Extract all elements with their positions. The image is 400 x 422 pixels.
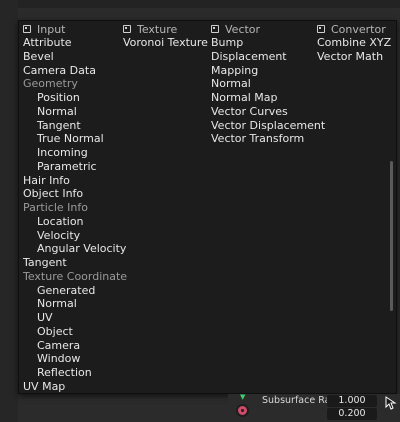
subsurface-radius-x-field[interactable]: 1.000: [327, 395, 377, 407]
menu-header-label: Vector: [225, 22, 261, 36]
vector-node-icon: [211, 25, 219, 33]
menu-item[interactable]: Normal: [211, 77, 251, 90]
add-node-menu: Input Attribute Bevel Camera Data Geometry Po…: [18, 20, 397, 394]
menu-item[interactable]: Object: [37, 325, 73, 338]
menu-item[interactable]: True Normal: [37, 132, 104, 145]
menu-item[interactable]: Vector Math: [317, 50, 383, 63]
menu-item[interactable]: Vector Displacement: [211, 119, 325, 132]
mouse-cursor-icon: [385, 396, 397, 410]
menu-item[interactable]: Angular Velocity: [37, 242, 126, 255]
left-gutter: [0, 0, 18, 422]
menu-item[interactable]: Voronoi Texture: [123, 36, 208, 49]
menu-item[interactable]: Combine XYZ: [317, 36, 391, 49]
menu-item[interactable]: Velocity: [37, 229, 80, 242]
menu-item[interactable]: Location: [37, 215, 84, 228]
menu-item[interactable]: Object Info: [23, 187, 83, 200]
menu-item[interactable]: Bevel: [23, 50, 54, 63]
menu-item[interactable]: Window: [37, 352, 80, 365]
output-socket-icon[interactable]: ▼: [240, 394, 246, 401]
menu-header-label: Texture: [137, 22, 178, 36]
menu-item[interactable]: Bump: [211, 36, 243, 49]
subsurface-radius-y-field[interactable]: 0.200: [327, 408, 377, 420]
menu-item[interactable]: Tangent: [37, 119, 81, 132]
menu-category-label: Geometry: [23, 77, 78, 91]
menu-item[interactable]: Hair Info: [23, 174, 70, 187]
menu-header-label: Convertor: [331, 22, 386, 36]
menu-header-convertor: Convertor: [317, 22, 386, 36]
menu-item[interactable]: Attribute: [23, 36, 72, 49]
menu-item[interactable]: Mapping: [211, 64, 258, 77]
menu-item[interactable]: Parametric: [37, 160, 97, 173]
menu-scrollbar[interactable]: [390, 161, 393, 311]
menu-category-label: Particle Info: [23, 201, 88, 214]
input-node-icon: [23, 25, 31, 33]
menu-item[interactable]: Camera: [37, 339, 80, 352]
texture-node-icon: [123, 25, 131, 33]
menu-item[interactable]: Vector Curves: [211, 105, 288, 118]
menu-item[interactable]: Vector Transform: [211, 132, 304, 145]
menu-item[interactable]: UV Map: [23, 380, 65, 393]
menu-header-texture: Texture: [123, 22, 177, 36]
menu-category-label: Texture Coordinate: [23, 269, 128, 283]
menu-header-vector: Vector: [211, 22, 260, 36]
menu-item[interactable]: Tangent: [23, 256, 67, 269]
menu-item[interactable]: UV: [37, 311, 53, 324]
menu-item[interactable]: Reflection: [37, 366, 92, 379]
menu-header-input: Input: [23, 22, 65, 36]
convertor-node-icon: [317, 25, 325, 33]
menu-item[interactable]: Camera Data: [23, 64, 96, 77]
menu-item[interactable]: Position: [37, 91, 80, 104]
menu-item[interactable]: Normal: [37, 105, 77, 118]
menu-item[interactable]: Generated: [37, 284, 95, 297]
menu-item[interactable]: Normal: [37, 297, 77, 310]
input-socket-icon[interactable]: [236, 404, 249, 417]
top-bar: [0, 0, 400, 8]
menu-header-label: Input: [37, 22, 66, 36]
menu-item[interactable]: Incoming: [37, 146, 88, 159]
menu-item[interactable]: Normal Map: [211, 91, 278, 104]
menu-item[interactable]: Displacement: [211, 50, 287, 63]
